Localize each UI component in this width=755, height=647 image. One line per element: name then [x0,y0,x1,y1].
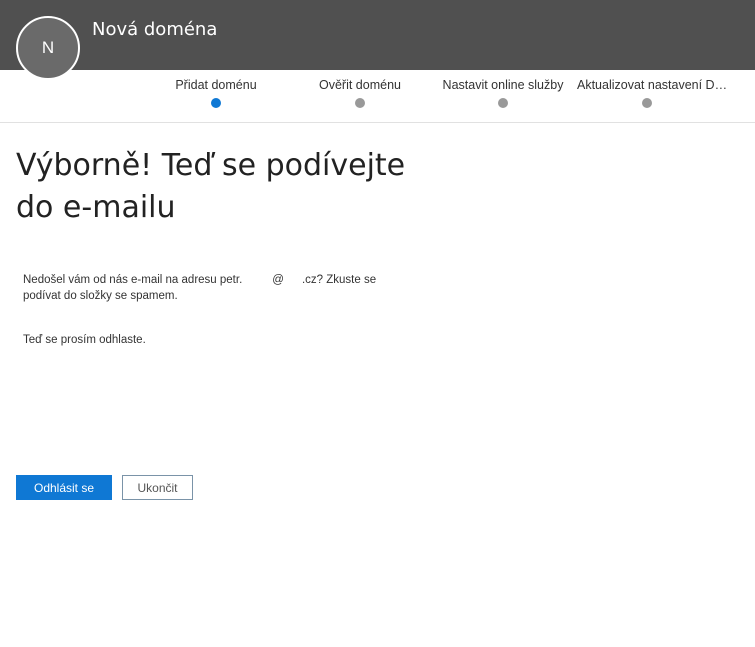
info-text-at: @ [272,274,284,286]
step-label: Přidat doménu [175,78,257,92]
headline-line-2: do e-mailu [16,190,176,225]
step-dot [642,98,652,108]
step-online-services: Nastavit online služby [442,78,564,108]
finish-button[interactable]: Ukončit [122,475,193,500]
wizard-step-bar: Přidat doménu Ověřit doménu Nastavit onl… [0,70,755,123]
signout-instruction: Teď se prosím odhlaste. [23,334,146,346]
page-headline: Výborně! Teď se podívejte do e-mailu [16,145,416,229]
step-dot [355,98,365,108]
info-text-part-1: Nedošel vám od nás e-mail na adresu petr… [23,274,243,286]
step-dot-active [211,98,221,108]
top-header: Nová doména [0,0,755,70]
step-label: Ověřit doménu [319,78,401,92]
email-info-text: Nedošel vám od nás e-mail na adresu petr… [23,272,403,304]
step-label: Aktualizovat nastavení D… [577,78,728,92]
step-add-domain: Přidat doménu [172,78,260,108]
page-header-title: Nová doména [92,19,218,40]
step-dot [498,98,508,108]
headline-line-1: Výborně! Teď se podívejte [16,148,406,183]
step-label: Nastavit online služby [442,78,564,92]
step-update-dns: Aktualizovat nastavení D… [577,78,728,108]
sign-out-button[interactable]: Odhlásit se [16,475,112,500]
avatar: N [16,16,80,80]
step-verify-domain: Ověřit doménu [315,78,405,108]
